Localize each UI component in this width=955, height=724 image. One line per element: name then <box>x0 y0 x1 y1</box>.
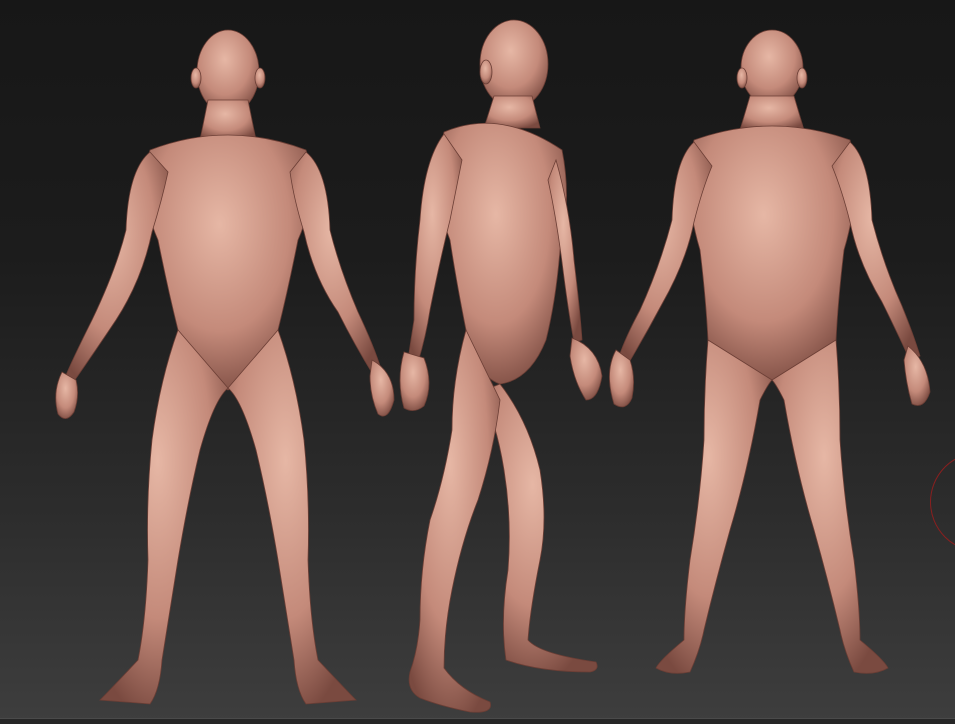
sculpt-models <box>55 19 931 713</box>
zbrush-canvas-viewport[interactable] <box>0 0 955 724</box>
back-view-figure[interactable] <box>609 29 931 674</box>
canvas-bottom-edge <box>0 718 955 724</box>
front-view-figure[interactable] <box>55 29 395 705</box>
three-quarter-view-figure[interactable] <box>399 19 603 713</box>
